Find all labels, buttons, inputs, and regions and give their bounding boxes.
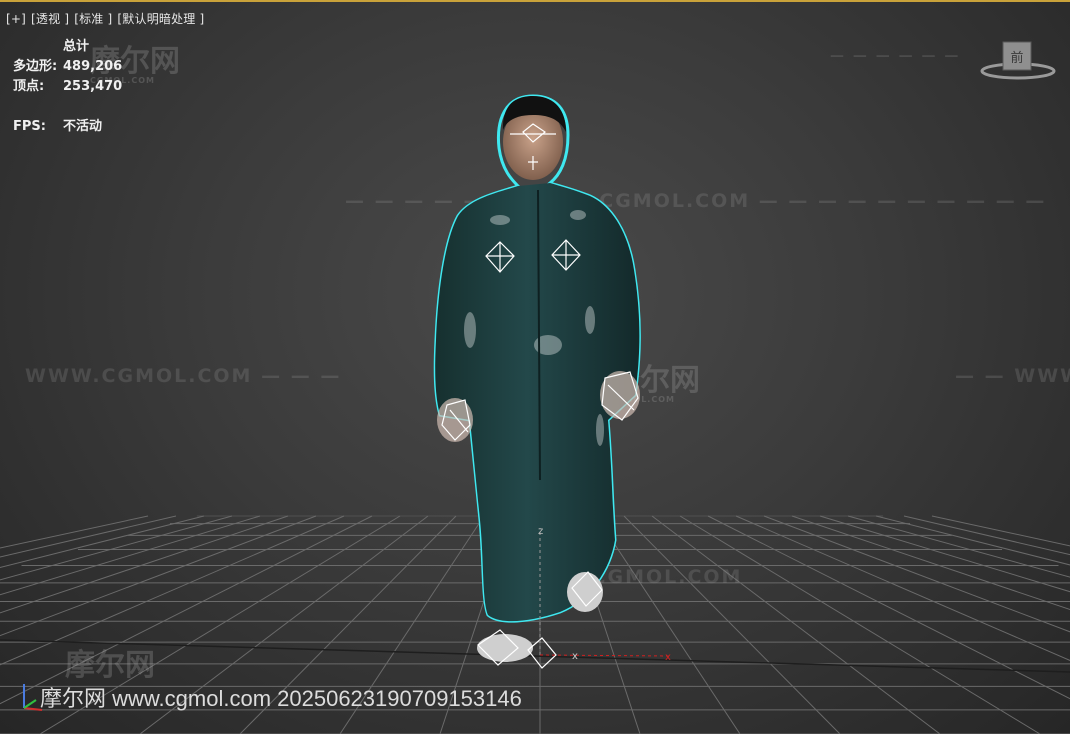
svg-text:z: z	[538, 526, 543, 537]
viewport-standard-menu[interactable]: [标准 ]	[74, 12, 112, 26]
polys-label: 多边形:	[13, 59, 58, 74]
viewport-pov-menu[interactable]: [透视 ]	[31, 12, 69, 26]
left-shoe	[477, 634, 533, 662]
right-shoe	[567, 572, 603, 612]
left-hand	[437, 398, 473, 442]
viewport-plus-menu[interactable]: [+]	[6, 12, 26, 26]
viewcube-front-face[interactable]: 前	[1010, 50, 1023, 66]
viewport-shading-menu[interactable]: [默认明暗处理 ]	[117, 12, 204, 26]
fps-label: FPS:	[13, 119, 46, 134]
svg-text:x: x	[572, 651, 578, 662]
footer-watermark: 摩尔网 www.cgmol.com 20250623190709153146	[40, 686, 522, 711]
stats-header: 总计	[63, 39, 90, 54]
verts-label: 顶点:	[13, 79, 45, 94]
viewport-statistics: 总计 多边形: 489,206 顶点: 253,470 FPS: 不活动	[13, 37, 122, 137]
viewcube[interactable]: 前	[978, 38, 1058, 86]
svg-text:x: x	[665, 652, 671, 663]
fps-value: 不活动	[63, 119, 103, 134]
viewport-label-menu: [+] [透视 ] [标准 ] [默认明暗处理 ]	[6, 10, 209, 27]
polys-value: 489,206	[63, 59, 123, 74]
verts-value: 253,470	[63, 79, 123, 94]
character-model[interactable]: x x z	[0, 0, 1070, 734]
